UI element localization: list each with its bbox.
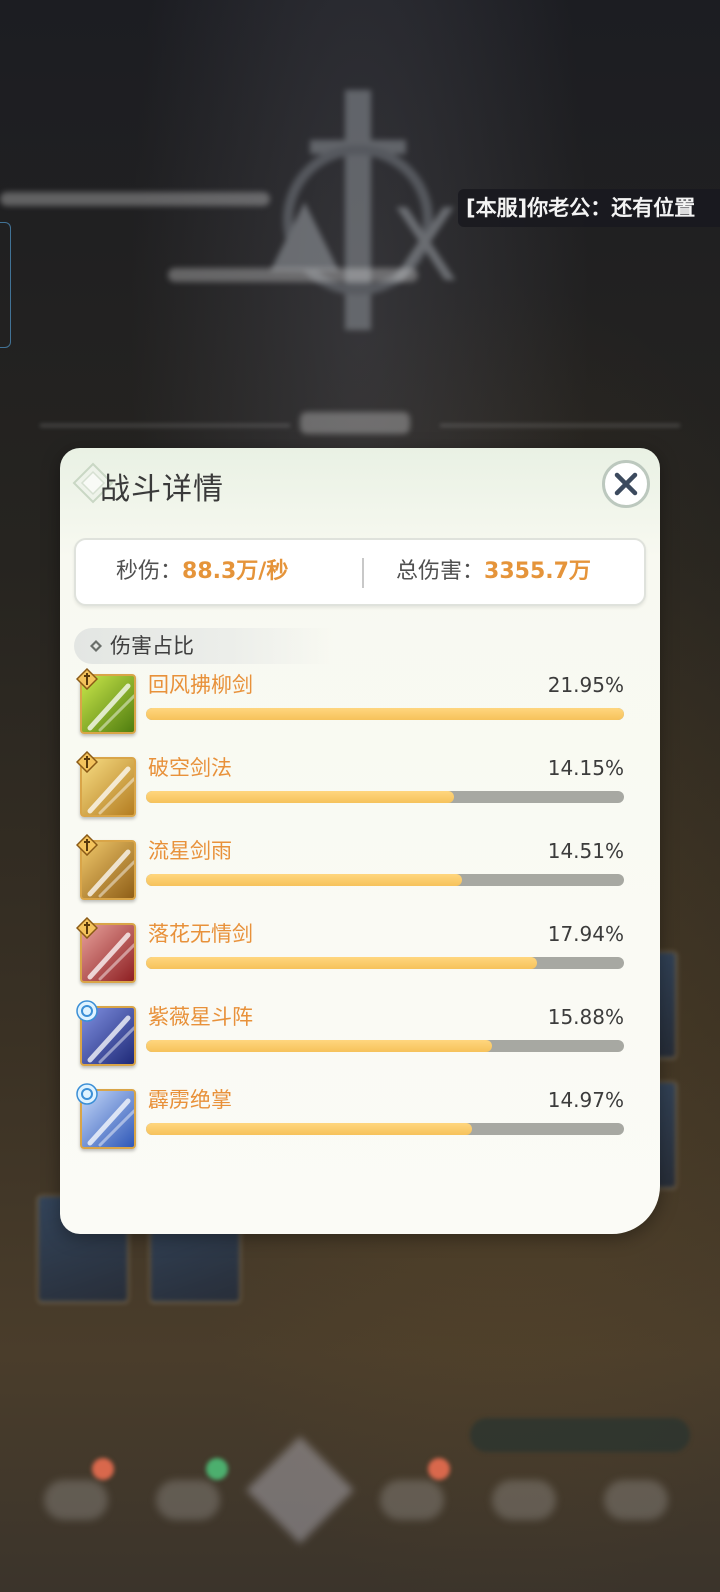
damage-bar-track [146, 791, 624, 803]
chat-message: [本服]你老公：还有位置 [466, 196, 696, 220]
nav-item[interactable] [44, 1480, 108, 1520]
damage-bar-track [146, 957, 624, 969]
damage-bar-fill [146, 957, 537, 969]
nav-item[interactable] [156, 1480, 220, 1520]
nav-item[interactable] [380, 1480, 444, 1520]
skill-percent: 17.94% [547, 922, 624, 946]
side-panel-edge[interactable] [0, 222, 11, 348]
dps-value: 88.3万/秒 [182, 559, 289, 584]
sword-badge-icon [76, 751, 98, 773]
blurred-caption [0, 192, 270, 206]
skill-row: 紫薇星斗阵 15.88% [76, 1000, 648, 1072]
stats-summary: 秒伤：88.3万/秒 总伤害：3355.7万 [74, 538, 646, 606]
close-icon [614, 472, 638, 496]
skill-name: 落花无情剑 [148, 922, 253, 946]
damage-bar-fill [146, 874, 462, 886]
total-damage-label: 总伤害： [396, 559, 485, 584]
skill-percent: 14.15% [547, 756, 624, 780]
skill-name: 破空剑法 [148, 756, 232, 780]
damage-bar-fill [146, 1040, 492, 1052]
svg-text:X: X [390, 187, 459, 304]
spirit-badge-icon [76, 1000, 98, 1022]
blurred-divider [40, 424, 290, 427]
dps-stat: 秒伤：88.3万/秒 [116, 540, 288, 604]
skill-row: 回风拂柳剑 21.95% [76, 668, 648, 740]
sword-badge-icon [76, 917, 98, 939]
section-header: 伤害占比 [74, 628, 334, 664]
damage-bar-fill [146, 791, 455, 803]
blurred-divider [440, 424, 680, 427]
skill-name: 紫薇星斗阵 [148, 1005, 253, 1029]
section-title: 伤害占比 [110, 634, 194, 658]
total-damage-stat: 总伤害：3355.7万 [396, 540, 591, 604]
dps-label: 秒伤： [116, 559, 183, 584]
damage-bar-fill [146, 708, 624, 720]
damage-bar-track [146, 1040, 624, 1052]
skill-percent: 21.95% [547, 673, 624, 697]
sword-badge-icon [76, 668, 98, 690]
spirit-badge-icon [76, 1083, 98, 1105]
damage-bar-track [146, 708, 624, 720]
dialog-title: 战斗详情 [100, 472, 224, 507]
notification-dot [206, 1458, 228, 1480]
skill-row: 流星剑雨 14.51% [76, 834, 648, 906]
skill-row: 破空剑法 14.15% [76, 751, 648, 823]
blurred-toast [470, 1418, 690, 1452]
skill-row: 霹雳绝掌 14.97% [76, 1083, 648, 1155]
skill-percent: 14.97% [547, 1088, 624, 1112]
sword-badge-icon [76, 834, 98, 856]
battle-emblem-icon: ▲ X [270, 90, 459, 330]
blurred-caption [300, 412, 410, 434]
skill-name: 霹雳绝掌 [148, 1088, 232, 1112]
skill-name: 流星剑雨 [148, 839, 232, 863]
notification-dot [428, 1458, 450, 1480]
skill-percent: 14.51% [547, 839, 624, 863]
close-button[interactable] [602, 460, 650, 508]
skill-name: 回风拂柳剑 [148, 673, 253, 697]
notification-dot [92, 1458, 114, 1480]
total-damage-value: 3355.7万 [484, 559, 591, 584]
damage-bar-track [146, 1123, 624, 1135]
skill-percent: 15.88% [547, 1005, 624, 1029]
stats-divider [362, 558, 364, 588]
damage-bar-track [146, 874, 624, 886]
battle-details-dialog: 战斗详情 秒伤：88.3万/秒 总伤害：3355.7万 伤害占比 回风拂柳剑 21… [60, 448, 660, 1234]
blurred-caption [168, 268, 418, 282]
nav-item[interactable] [604, 1480, 668, 1520]
damage-bar-fill [146, 1123, 472, 1135]
nav-item[interactable] [492, 1480, 556, 1520]
skill-row: 落花无情剑 17.94% [76, 917, 648, 989]
diamond-bullet-icon [90, 640, 102, 652]
svg-text:▲: ▲ [270, 177, 339, 282]
